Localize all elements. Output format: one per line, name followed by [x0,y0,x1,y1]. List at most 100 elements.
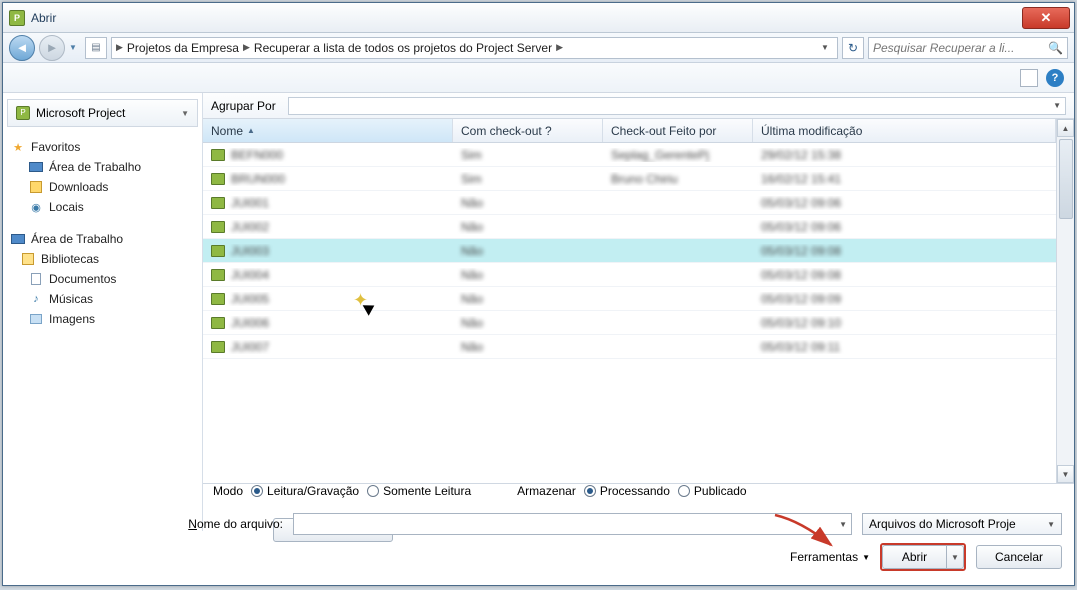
cell-checkout: Não [461,292,483,306]
table-row[interactable]: JUI003Não05/03/12 09:08 [203,239,1056,263]
scroll-up-button[interactable]: ▲ [1057,119,1074,137]
sidebar-favorites[interactable]: ★ Favoritos [11,137,202,157]
back-button[interactable]: ◄ [9,35,35,61]
search-icon: 🔍 [1048,41,1063,55]
breadcrumb-dropdown[interactable]: ▼ [817,43,833,52]
sidebar-provider-label: Microsoft Project [36,106,125,120]
cell-mod: 05/03/12 09:09 [761,292,841,306]
project-icon [211,173,225,185]
group-by-dropdown[interactable]: ▼ [288,97,1066,115]
cell-checkout: Não [461,196,483,210]
sidebar-item-label: Área de Trabalho [31,232,123,246]
table-row[interactable]: JUI007Não05/03/12 09:11 [203,335,1056,359]
column-header-checkout[interactable]: Com check-out ? [453,119,603,142]
table-row[interactable]: JUI002 Não 05/03/12 09:06 [203,215,1056,239]
sidebar-item-label: Área de Trabalho [49,160,141,174]
table-row[interactable]: JUI006 Não 05/03/12 09:10 [203,311,1056,335]
vertical-scrollbar[interactable]: ▲ ▼ [1056,119,1074,483]
project-icon [211,293,225,305]
main-pane: Agrupar Por ▼ Nome ▲ Com check-out ? Che… [203,93,1074,531]
cell-por: Seplag_GerentePj [611,148,709,162]
project-icon [211,197,225,209]
open-dropdown[interactable]: ▼ [946,545,964,569]
cell-por: Bruno Chiriu [611,172,678,186]
tools-menu[interactable]: Ferramentas ▼ [790,550,870,564]
cell-mod: 05/03/12 09:08 [761,268,841,282]
document-icon [31,273,41,285]
radio-read-write[interactable]: Leitura/Gravação [251,484,359,498]
project-icon: P [16,106,30,120]
column-header-mod[interactable]: Última modificação [753,119,1056,142]
cell-mod: 05/03/12 09:11 [761,340,840,354]
scroll-down-button[interactable]: ▼ [1057,465,1074,483]
toolbar: ? [3,63,1074,93]
breadcrumb[interactable]: ▶ Projetos da Empresa ▶ Recuperar a list… [111,37,838,59]
forward-button[interactable]: ► [39,35,65,61]
radio-icon [678,485,690,497]
table-row[interactable]: JUI005Não05/03/12 09:09 [203,287,1056,311]
cell-checkout: Não [461,316,483,330]
breadcrumb-item[interactable]: Projetos da Empresa [125,41,241,55]
titlebar: P Abrir ✕ [3,3,1074,33]
grid-header: Nome ▲ Com check-out ? Check-out Feito p… [203,119,1056,143]
cell-nome: JUI001 [231,196,269,210]
sidebar-desktop[interactable]: Área de Trabalho [11,229,202,249]
cell-checkout: Não [461,220,483,234]
cell-mod: 05/03/12 09:10 [761,316,841,330]
sidebar-item-music[interactable]: ♪ Músicas [11,289,202,309]
radio-icon [251,485,263,497]
sidebar-item-downloads[interactable]: Downloads [11,177,202,197]
search-input[interactable] [873,41,1048,55]
open-button[interactable]: Abrir [882,545,946,569]
cell-mod: 05/03/12 09:06 [761,196,841,210]
chevron-down-icon: ▼ [1047,520,1055,529]
sidebar: P Microsoft Project ▼ ★ Favoritos Área d… [3,93,203,531]
history-dropdown[interactable]: ▼ [69,43,81,52]
cell-nome: JUI004 [231,268,269,282]
radio-processing[interactable]: Processando [584,484,670,498]
cell-mod: 05/03/12 09:06 [761,220,841,234]
table-row[interactable]: JUI001 Não 05/03/12 09:06 [203,191,1056,215]
mode-label: Modo [213,484,243,498]
project-icon [211,245,225,257]
cell-mod: 29/02/12 15:38 [761,148,841,162]
sidebar-item-desktop[interactable]: Área de Trabalho [11,157,202,177]
column-header-por[interactable]: Check-out Feito por [603,119,753,142]
table-row[interactable]: BEFN000SimSeplag_GerentePj29/02/12 15:38 [203,143,1056,167]
sidebar-item-images[interactable]: Imagens [11,309,202,329]
help-button[interactable]: ? [1046,69,1064,87]
preview-pane-button[interactable] [1020,69,1038,87]
project-icon [211,149,225,161]
radio-read-only[interactable]: Somente Leitura [367,484,471,498]
filter-label: Arquivos do Microsoft Proje [869,517,1016,531]
breadcrumb-item[interactable]: Recuperar a lista de todos os projetos d… [252,41,554,55]
cancel-button[interactable]: Cancelar [976,545,1062,569]
sidebar-item-places[interactable]: ◉ Locais [11,197,202,217]
music-icon: ♪ [29,292,43,306]
table-row[interactable]: BRUN000SimBruno Chiriu16/02/12 15:41 [203,167,1056,191]
radio-published[interactable]: Publicado [678,484,747,498]
close-button[interactable]: ✕ [1022,7,1070,29]
sidebar-item-documents[interactable]: Documentos [11,269,202,289]
nav-bar: ◄ ► ▼ ▤ ▶ Projetos da Empresa ▶ Recupera… [3,33,1074,63]
filename-input[interactable]: ▼ [293,513,852,535]
table-row[interactable]: JUI004Não05/03/12 09:08 [203,263,1056,287]
sidebar-item-libraries[interactable]: Bibliotecas [11,249,202,269]
folder-icon [30,181,42,193]
cell-mod: 16/02/12 15:41 [761,172,841,186]
sidebar-provider[interactable]: P Microsoft Project ▼ [7,99,198,127]
open-dialog: P Abrir ✕ ◄ ► ▼ ▤ ▶ Projetos da Empresa … [2,2,1075,586]
places-icon: ◉ [29,200,43,214]
open-button-highlight: Abrir ▼ [880,543,966,571]
cell-nome: JUI006 [231,316,269,330]
cell-checkout: Sim [461,172,482,186]
refresh-button[interactable]: ↻ [842,37,864,59]
location-icon[interactable]: ▤ [85,37,107,59]
sidebar-item-label: Imagens [49,312,95,326]
file-type-filter[interactable]: Arquivos do Microsoft Proje ▼ [862,513,1062,535]
column-header-nome[interactable]: Nome ▲ [203,119,453,142]
cell-nome: JUI002 [231,220,269,234]
project-icon [211,269,225,281]
search-box[interactable]: 🔍 [868,37,1068,59]
scroll-thumb[interactable] [1059,139,1073,219]
